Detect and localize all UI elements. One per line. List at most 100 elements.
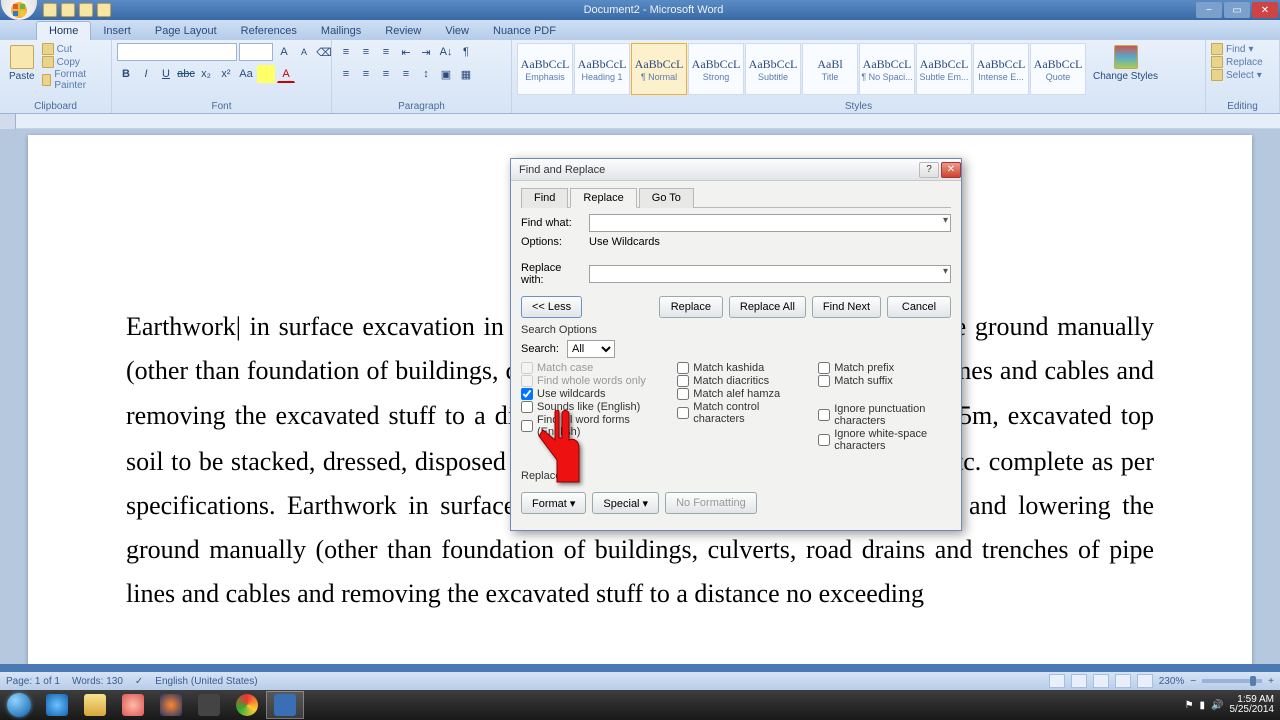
close-button[interactable]: ✕ [1252, 2, 1278, 18]
qat-new-icon[interactable] [97, 3, 111, 17]
taskbar-chrome[interactable] [228, 691, 266, 719]
justify-button[interactable]: ≡ [397, 65, 415, 83]
checkbox-ignore-punctuation-characters[interactable]: Ignore punctuation characters [818, 403, 951, 427]
tab-references[interactable]: References [229, 22, 309, 40]
maximize-button[interactable]: ▭ [1224, 2, 1250, 18]
view-web-layout-button[interactable] [1093, 674, 1109, 688]
style-tile[interactable]: AaBbCcL¶ No Spaci... [859, 43, 915, 95]
format-painter-button[interactable]: Format Painter [42, 69, 106, 91]
shading-button[interactable]: ▣ [437, 65, 455, 83]
checkbox-ignore-white-space-characters[interactable]: Ignore white-space characters [818, 428, 951, 452]
select-button[interactable]: Select ▾ [1211, 69, 1262, 81]
checkbox-match-prefix[interactable]: Match prefix [818, 362, 951, 374]
find-button[interactable]: Find ▾ [1211, 43, 1253, 55]
tray-network-icon[interactable]: ▮ [1200, 700, 1206, 711]
paste-button[interactable]: Paste [5, 43, 39, 84]
tab-insert[interactable]: Insert [91, 22, 143, 40]
search-direction-select[interactable]: All [567, 340, 615, 358]
taskbar-unity[interactable] [190, 691, 228, 719]
style-tile[interactable]: AaBbCcLSubtle Em... [916, 43, 972, 95]
taskbar-ie[interactable] [38, 691, 76, 719]
line-spacing-button[interactable]: ↕ [417, 65, 435, 83]
multilevel-button[interactable]: ≡ [377, 43, 395, 61]
qat-save-icon[interactable] [43, 3, 57, 17]
dialog-help-button[interactable]: ? [919, 162, 939, 178]
align-right-button[interactable]: ≡ [377, 65, 395, 83]
replace-button-dlg[interactable]: Replace [659, 296, 723, 318]
replace-all-button[interactable]: Replace All [729, 296, 806, 318]
strike-button[interactable]: abc [177, 65, 195, 83]
underline-button[interactable]: U [157, 65, 175, 83]
office-button[interactable] [1, 0, 37, 20]
checkbox-use-wildcards[interactable]: Use wildcards [521, 388, 647, 400]
bold-button[interactable]: B [117, 65, 135, 83]
zoom-level[interactable]: 230% [1159, 676, 1185, 687]
italic-button[interactable]: I [137, 65, 155, 83]
grow-font-button[interactable]: A [275, 43, 293, 61]
bullets-button[interactable]: ≡ [337, 43, 355, 61]
increase-indent-button[interactable]: ⇥ [417, 43, 435, 61]
decrease-indent-button[interactable]: ⇤ [397, 43, 415, 61]
taskbar-firefox[interactable] [152, 691, 190, 719]
tab-review[interactable]: Review [373, 22, 433, 40]
replace-button[interactable]: Replace [1211, 56, 1263, 68]
numbering-button[interactable]: ≡ [357, 43, 375, 61]
superscript-button[interactable]: x² [217, 65, 235, 83]
taskbar-media-player[interactable] [114, 691, 152, 719]
checkbox-match-control-characters[interactable]: Match control characters [677, 401, 788, 425]
view-full-screen-button[interactable] [1071, 674, 1087, 688]
font-size-input[interactable] [239, 43, 273, 61]
checkbox-match-diacritics[interactable]: Match diacritics [677, 375, 788, 387]
sort-button[interactable]: A↓ [437, 43, 455, 61]
dialog-close-button[interactable]: ✕ [941, 162, 961, 178]
dialog-tab-goto[interactable]: Go To [639, 188, 694, 208]
format-button[interactable]: Format ▾ [521, 492, 586, 514]
qat-undo-icon[interactable] [61, 3, 75, 17]
tray-flag-icon[interactable]: ⚑ [1185, 700, 1194, 711]
dialog-titlebar[interactable]: Find and Replace ? ✕ [511, 159, 961, 181]
taskbar-explorer[interactable] [76, 691, 114, 719]
status-words[interactable]: Words: 130 [72, 676, 123, 687]
styles-gallery[interactable]: AaBbCcLEmphasisAaBbCcLHeading 1AaBbCcL¶ … [517, 43, 1086, 100]
no-formatting-button[interactable]: No Formatting [665, 492, 757, 514]
style-tile[interactable]: AaBbCcLQuote [1030, 43, 1086, 95]
find-next-button[interactable]: Find Next [812, 296, 881, 318]
view-outline-button[interactable] [1115, 674, 1131, 688]
tray-volume-icon[interactable]: 🔊 [1211, 700, 1223, 711]
view-print-layout-button[interactable] [1049, 674, 1065, 688]
change-styles-button[interactable]: Change Styles [1089, 43, 1162, 100]
special-button[interactable]: Special ▾ [592, 492, 659, 514]
align-center-button[interactable]: ≡ [357, 65, 375, 83]
minimize-button[interactable]: − [1196, 2, 1222, 18]
highlight-button[interactable] [257, 65, 275, 83]
start-button[interactable] [0, 690, 38, 720]
style-tile[interactable]: AaBbCcL¶ Normal [631, 43, 687, 95]
zoom-out-button[interactable]: − [1190, 676, 1196, 687]
horizontal-ruler[interactable] [0, 114, 1280, 129]
less-button[interactable]: << Less [521, 296, 582, 318]
clear-format-button[interactable]: ⌫ [315, 43, 333, 61]
checkbox-match-kashida[interactable]: Match kashida [677, 362, 788, 374]
font-name-input[interactable] [117, 43, 237, 61]
tab-mailings[interactable]: Mailings [309, 22, 373, 40]
style-tile[interactable]: AaBbCcLSubtitle [745, 43, 801, 95]
qat-redo-icon[interactable] [79, 3, 93, 17]
style-tile[interactable]: AaBlTitle [802, 43, 858, 95]
find-what-input[interactable] [589, 214, 951, 232]
checkbox-match-suffix[interactable]: Match suffix [818, 375, 951, 387]
show-marks-button[interactable]: ¶ [457, 43, 475, 61]
cancel-button[interactable]: Cancel [887, 296, 951, 318]
tab-home[interactable]: Home [36, 21, 91, 40]
replace-with-input[interactable] [589, 265, 951, 283]
zoom-in-button[interactable]: + [1268, 676, 1274, 687]
tab-page-layout[interactable]: Page Layout [143, 22, 229, 40]
font-color-button[interactable]: A [277, 65, 295, 83]
copy-button[interactable]: Copy [42, 56, 106, 68]
style-tile[interactable]: AaBbCcLHeading 1 [574, 43, 630, 95]
subscript-button[interactable]: x₂ [197, 65, 215, 83]
style-tile[interactable]: AaBbCcLIntense E... [973, 43, 1029, 95]
align-left-button[interactable]: ≡ [337, 65, 355, 83]
style-tile[interactable]: AaBbCcLStrong [688, 43, 744, 95]
borders-button[interactable]: ▦ [457, 65, 475, 83]
dialog-tab-replace[interactable]: Replace [570, 188, 636, 208]
